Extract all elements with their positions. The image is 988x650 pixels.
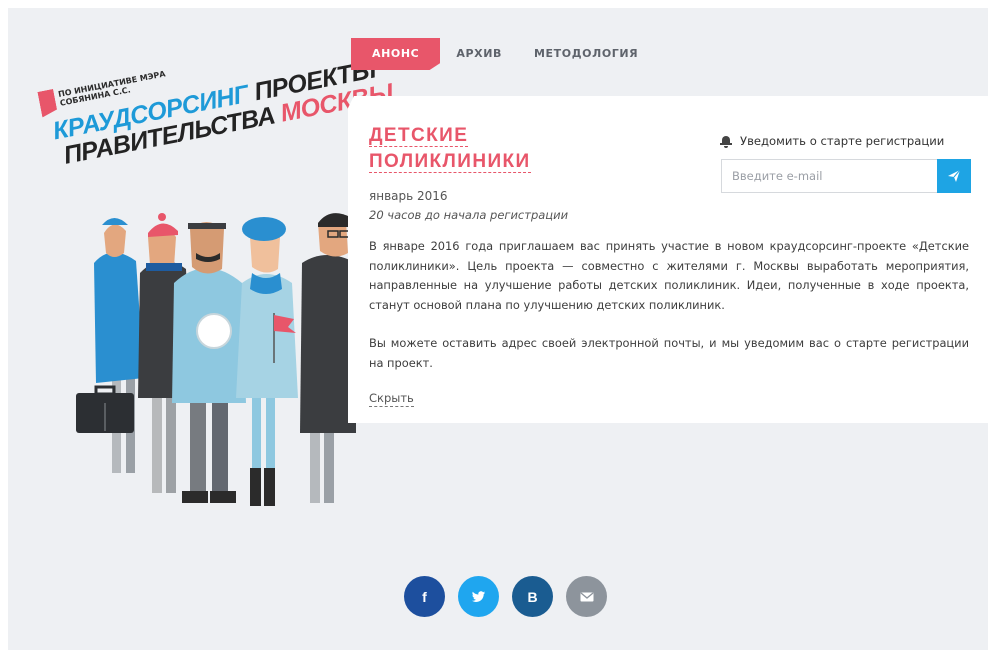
project-title[interactable]: ДЕТСКИЕ ПОЛИКЛИНИКИ [369,123,569,175]
facebook-icon: f [422,588,427,605]
people-illustration [76,213,356,506]
person-5-figure [300,213,356,503]
site-logo[interactable]: По инициативе мэра Собянина С.С. Краудсо… [29,8,395,198]
project-title-line-1: ДЕТСКИЕ [369,125,469,147]
registration-countdown: 20 часов до начала регистрации [369,208,569,222]
social-share-bar: f B [404,576,607,617]
email-share-button[interactable] [566,576,607,617]
vkontakte-icon: B [527,588,538,605]
page: По инициативе мэра Собянина С.С. Краудсо… [8,8,988,650]
person-1-figure [76,218,144,473]
vkontakte-share-button[interactable]: B [512,576,553,617]
envelope-icon [580,592,593,601]
notify-label: Уведомить о старте регистрации [740,134,945,148]
main-nav: АНОНС АРХИВ МЕТОДОЛОГИЯ [351,38,654,70]
notify-label-row: Уведомить о старте регистрации [720,134,944,148]
project-title-line-2: ПОЛИКЛИНИКИ [369,151,531,173]
send-email-button[interactable] [937,159,971,193]
bell-icon [720,135,732,148]
paper-plane-icon [948,169,961,182]
nav-tab-archive[interactable]: АРХИВ [440,38,518,70]
project-description-paragraph-2: Вы можете оставить адрес своей электронн… [369,336,969,370]
person-3-figure [172,222,246,503]
facebook-share-button[interactable]: f [404,576,445,617]
project-description-paragraph-1: В январе 2016 года приглашаем вас принят… [369,239,969,312]
hide-link[interactable]: Скрыть [369,390,414,407]
email-input[interactable] [721,159,937,193]
project-card: ДЕТСКИЕ ПОЛИКЛИНИКИ январь 2016 20 часов… [348,96,988,423]
logo-mark-icon [37,89,58,118]
nav-tab-methodology[interactable]: МЕТОДОЛОГИЯ [518,38,654,70]
twitter-icon [471,590,485,602]
project-date: январь 2016 [369,189,448,203]
twitter-share-button[interactable] [458,576,499,617]
email-subscribe-form [721,159,971,193]
nav-tab-announcement[interactable]: АНОНС [351,38,441,70]
project-description: В январе 2016 года приглашаем вас принят… [369,237,969,392]
person-4-figure [236,217,298,506]
